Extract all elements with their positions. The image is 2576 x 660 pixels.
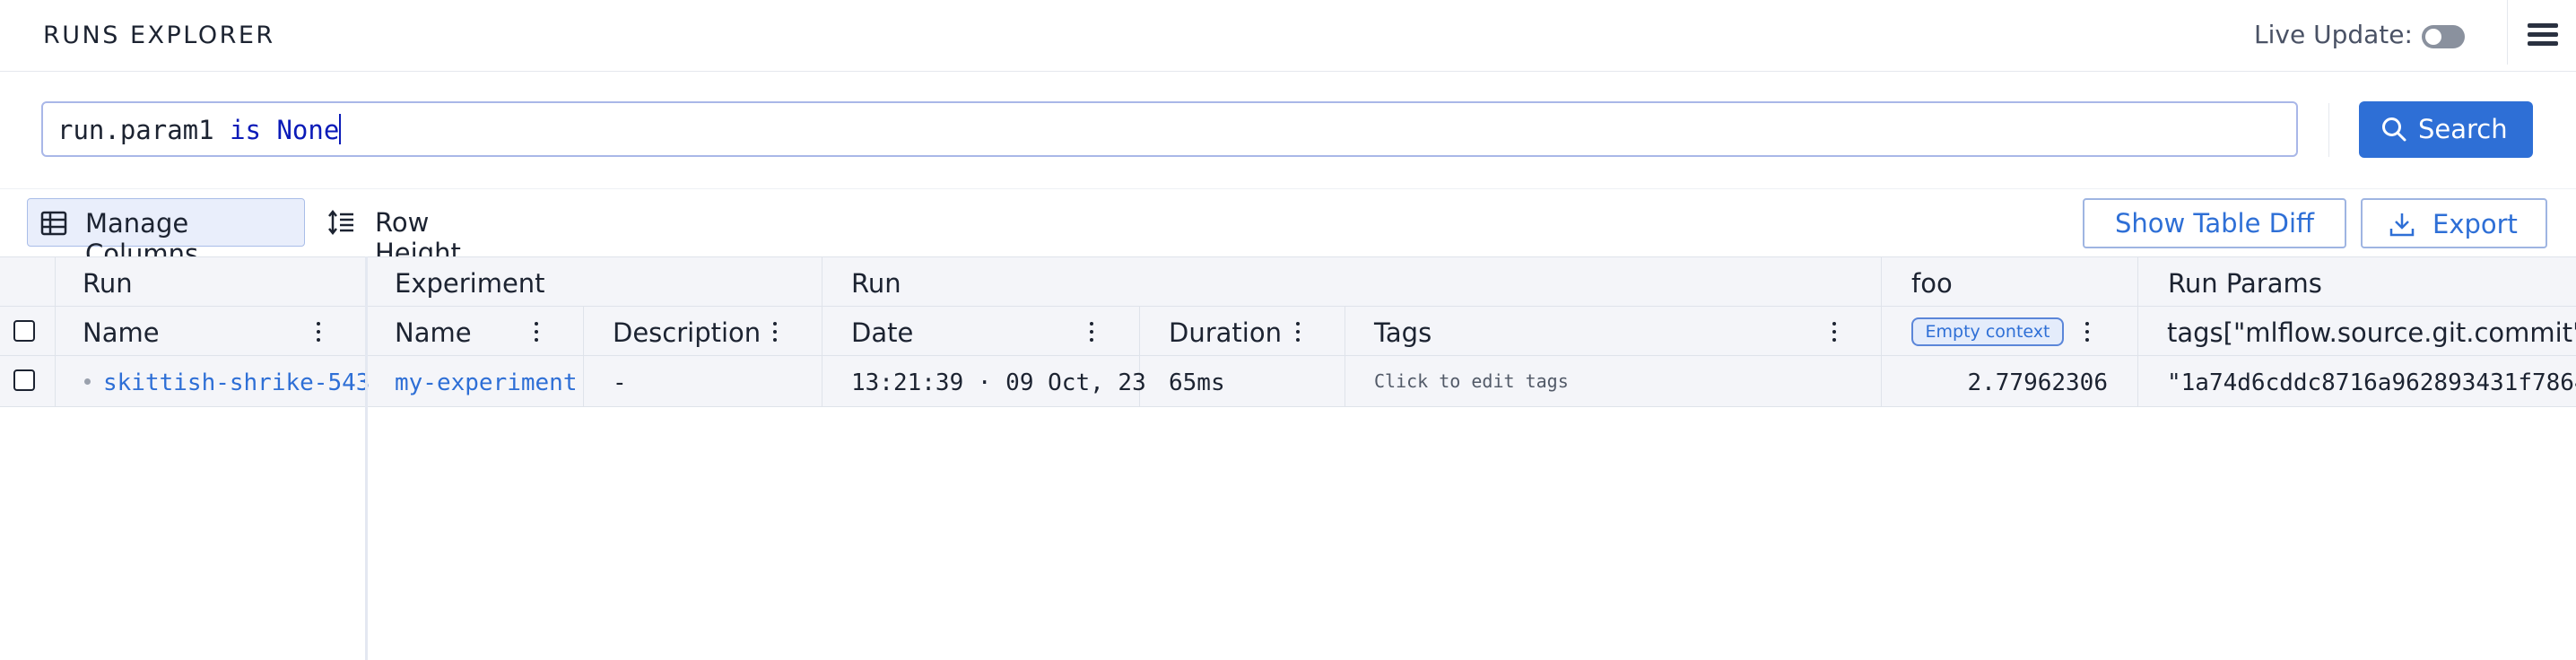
date-cell: 13:21:39 · 09 Oct, 23	[822, 356, 1146, 406]
runs-table: Run Experiment Run foo Run Params Name N…	[0, 256, 2576, 660]
search-row: run.param1 is None Search	[0, 72, 2576, 189]
group-run-params-label: Run Params	[2168, 268, 2322, 299]
pinned-columns-divider	[365, 256, 368, 660]
query-keyword: is None	[230, 115, 340, 145]
row-select-cell	[0, 356, 56, 406]
column-header-name[interactable]: Name	[56, 307, 368, 356]
header-divider	[2507, 0, 2508, 65]
group-header-spacer	[0, 257, 56, 307]
column-git-commit-label: tags["mlflow.source.git.commit"]	[2167, 317, 2576, 348]
table-toolbar: Manage Columns Row Height Show Table Dif…	[0, 189, 2576, 269]
description-cell: -	[584, 356, 822, 406]
run-name-cell: skittish-shrike-543	[56, 356, 370, 406]
git-commit-value: "1a74d6cddc8716a962893431f78643a6	[2167, 369, 2576, 396]
run-color-dot-icon	[84, 378, 91, 385]
table-grid-icon	[40, 211, 67, 236]
row-height-icon	[328, 209, 353, 236]
column-date-label: Date	[851, 317, 914, 348]
select-all-checkbox[interactable]	[13, 320, 35, 342]
column-menu-icon[interactable]	[1295, 321, 1301, 343]
toggle-knob	[2425, 29, 2441, 45]
foo-value: 2.77962306	[1967, 369, 2108, 396]
search-query-text: run.param1 is None	[57, 114, 342, 145]
date-value: 13:21:39 · 09 Oct, 23	[851, 369, 1146, 396]
search-button[interactable]: Search	[2359, 101, 2533, 158]
column-tags-label: Tags	[1374, 317, 1432, 348]
column-menu-icon[interactable]	[1832, 321, 1837, 343]
query-prefix: run.param1	[57, 115, 231, 145]
duration-value: 65ms	[1169, 369, 1225, 396]
column-menu-icon[interactable]	[2084, 321, 2090, 343]
column-name-label: Name	[83, 317, 160, 348]
search-icon	[2382, 117, 2406, 142]
live-update-toggle[interactable]	[2422, 25, 2465, 48]
group-header-experiment: Experiment	[368, 257, 822, 307]
group-run-label: Run	[83, 268, 133, 299]
column-experiment-name-label: Name	[395, 317, 472, 348]
duration-cell: 65ms	[1140, 356, 1345, 406]
column-header-tags[interactable]: Tags	[1345, 307, 1882, 356]
row-height-button[interactable]: Row Height	[323, 198, 520, 268]
column-header-date[interactable]: Date	[822, 307, 1140, 356]
group-foo-label: foo	[1911, 268, 1953, 299]
column-duration-label: Duration	[1169, 317, 1282, 348]
tags-cell[interactable]: Click to edit tags	[1345, 356, 1882, 406]
hamburger-menu-icon[interactable]	[2528, 23, 2558, 47]
column-description-label: Description	[613, 317, 761, 348]
live-update-label: Live Update:	[2254, 20, 2413, 49]
empty-context-badge: Empty context	[1911, 317, 2064, 346]
column-header-experiment-name[interactable]: Name	[368, 307, 584, 356]
column-menu-icon[interactable]	[534, 321, 539, 343]
search-input[interactable]: run.param1 is None	[41, 101, 2298, 157]
search-divider	[2328, 103, 2329, 157]
group-header-run: Run	[56, 257, 368, 307]
group-header-row: Run Experiment Run foo Run Params	[0, 256, 2576, 307]
git-commit-cell: "1a74d6cddc8716a962893431f78643a6	[2138, 356, 2576, 406]
search-button-label: Search	[2418, 114, 2508, 144]
column-header-git-commit[interactable]: tags["mlflow.source.git.commit"]	[2138, 307, 2576, 356]
description-value: -	[613, 369, 627, 396]
column-header-duration[interactable]: Duration	[1140, 307, 1345, 356]
export-button[interactable]: Export	[2361, 198, 2547, 248]
manage-columns-button[interactable]: Manage Columns	[27, 198, 305, 269]
table-row[interactable]: skittish-shrike-543 my-experiment - 13:2…	[0, 355, 2576, 407]
export-label: Export	[2432, 209, 2518, 239]
column-menu-icon[interactable]	[1089, 321, 1094, 343]
download-icon	[2389, 213, 2415, 237]
column-menu-icon[interactable]	[772, 321, 778, 343]
group-experiment-label: Experiment	[395, 268, 545, 299]
row-checkbox[interactable]	[13, 369, 35, 391]
group-header-run-params: Run Params	[2138, 257, 2576, 307]
foo-cell: 2.77962306	[1882, 356, 2138, 406]
group-header-run-2: Run	[822, 257, 1882, 307]
run-name-link[interactable]: skittish-shrike-543	[103, 369, 370, 396]
group-run2-label: Run	[851, 268, 901, 299]
page-title: RUNS EXPLORER	[43, 22, 275, 49]
edit-tags-hint[interactable]: Click to edit tags	[1374, 370, 1569, 392]
column-menu-icon[interactable]	[316, 321, 321, 343]
group-header-foo: foo	[1882, 257, 2138, 307]
experiment-link[interactable]: my-experiment	[395, 369, 578, 396]
column-header-description[interactable]: Description	[584, 307, 822, 356]
column-header-row: Name Name Description Date Duration Tags…	[0, 306, 2576, 356]
top-header: RUNS EXPLORER Live Update:	[0, 0, 2576, 72]
experiment-name-cell: my-experiment	[368, 356, 584, 406]
select-all-cell	[0, 307, 56, 356]
text-cursor	[339, 114, 342, 144]
show-table-diff-button[interactable]: Show Table Diff	[2083, 198, 2346, 248]
